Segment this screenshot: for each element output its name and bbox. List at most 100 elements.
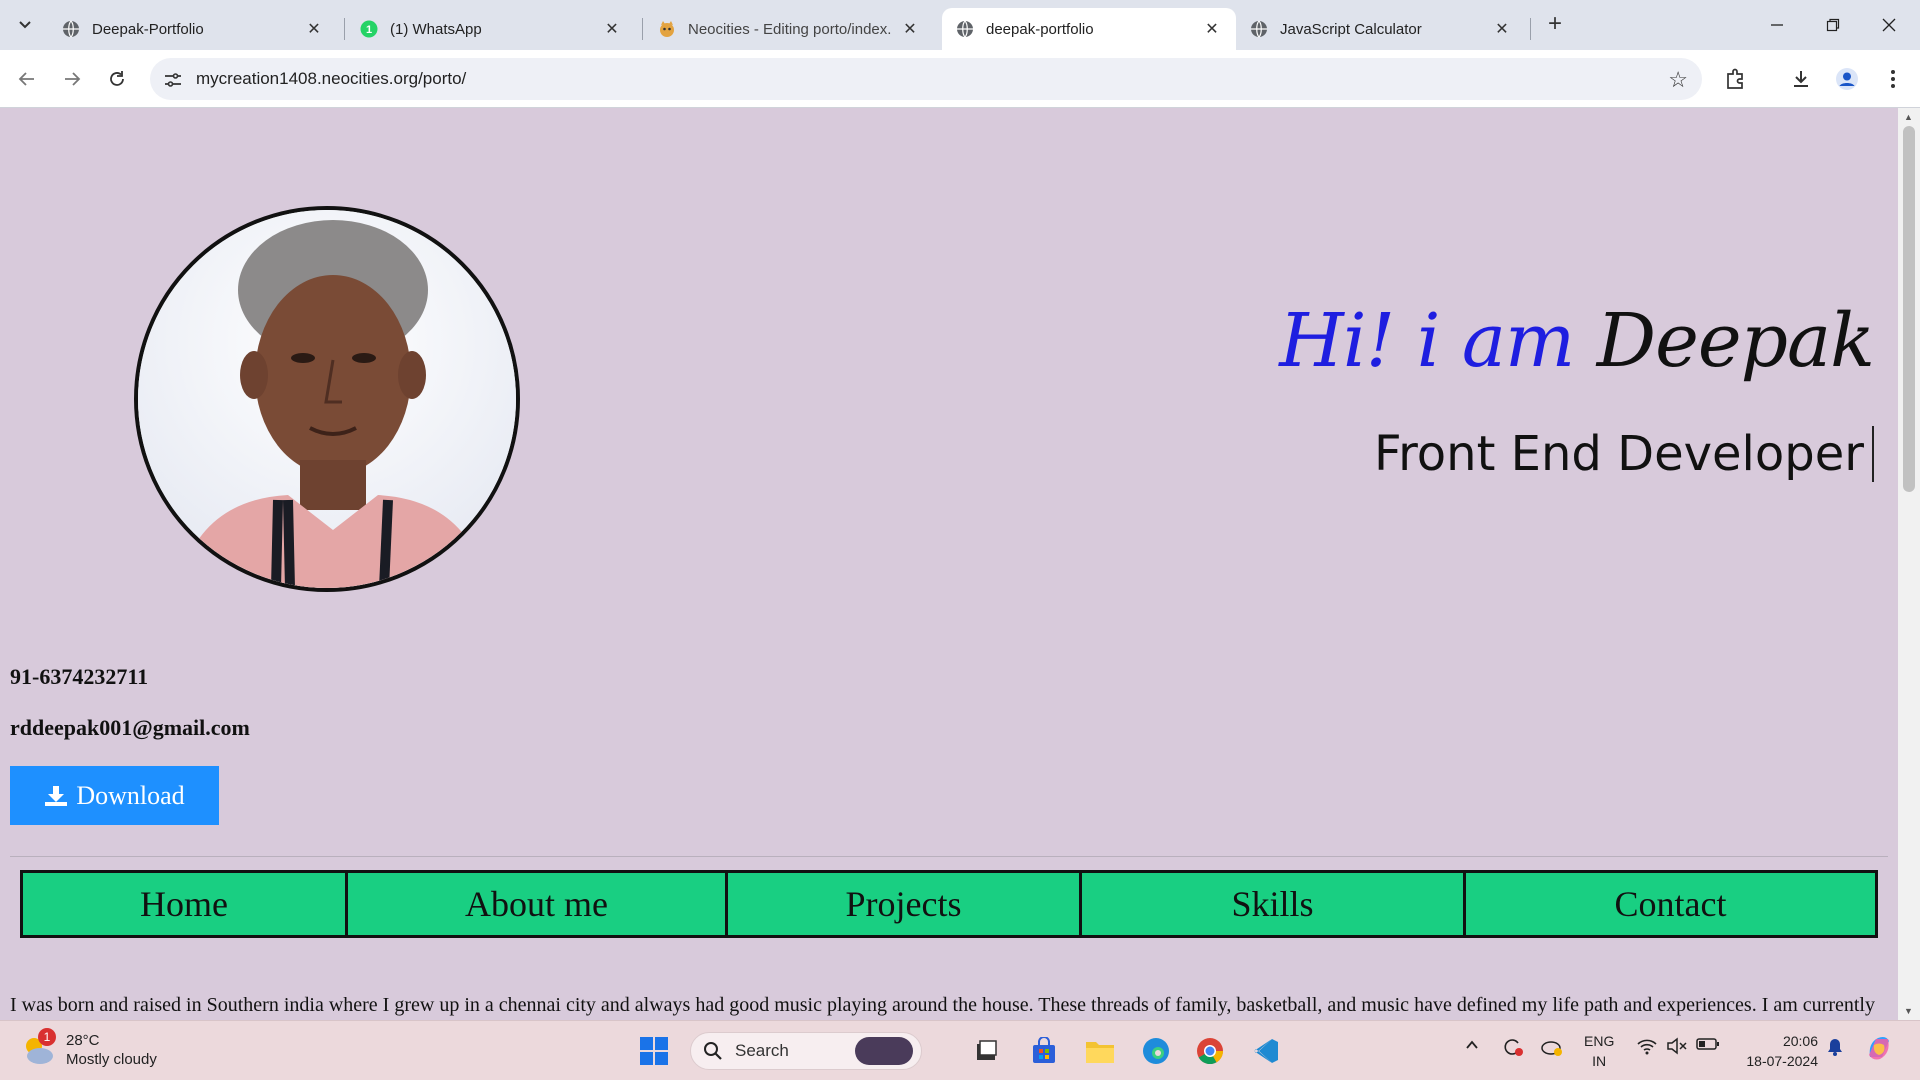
close-icon [1882, 18, 1896, 32]
clock-date: 18-07-2024 [1746, 1053, 1818, 1069]
minimize-icon [1771, 24, 1783, 26]
notification-bell-icon[interactable] [1826, 1037, 1844, 1061]
search-highlight-image [855, 1037, 913, 1065]
tab-divider [344, 18, 345, 40]
show-hidden-icons-chevron-icon[interactable] [1464, 1037, 1480, 1057]
weather-temperature: 28°C [66, 1032, 100, 1049]
reload-button[interactable] [102, 64, 132, 94]
main-navigation: Home About me Projects Skills Contact [20, 870, 1878, 938]
globe-icon [1250, 20, 1268, 38]
close-icon[interactable]: ✕ [304, 19, 324, 39]
download-label: Download [76, 780, 185, 810]
url-text: mycreation1408.neocities.org/porto/ [196, 69, 467, 88]
language-code: ENG [1584, 1033, 1615, 1049]
contact-email: rddeepak001@gmail.com [10, 715, 250, 740]
onedrive-status-icon[interactable] [1540, 1037, 1564, 1061]
page-viewport: Hi! i am Deepak Front End Developer 91-6… [0, 108, 1898, 1020]
nav-item-projects[interactable]: Projects [728, 873, 1082, 935]
nav-item-about-me[interactable]: About me [348, 873, 728, 935]
nav-item-skills[interactable]: Skills [1082, 873, 1466, 935]
cloudy-weather-icon: 1 [20, 1028, 56, 1068]
windows-start-icon[interactable] [636, 1033, 672, 1069]
clock-time: 20:06 [1782, 1033, 1818, 1049]
scroll-up-icon[interactable]: ▲ [1904, 112, 1913, 122]
page-scrollbar[interactable]: ▲ ▼ [1898, 108, 1920, 1020]
taskbar-clock[interactable]: 20:06 18-07-2024 [1746, 1031, 1818, 1071]
sync-alert-icon[interactable] [1502, 1037, 1524, 1061]
close-window-button[interactable] [1862, 8, 1916, 42]
hero-greeting-intro: Hi! i am [1279, 298, 1575, 384]
svg-text:1: 1 [366, 24, 372, 36]
weather-widget[interactable]: 1 28°C Mostly cloudy [20, 1028, 157, 1069]
new-tab-button[interactable]: + [1540, 12, 1570, 38]
nav-item-home[interactable]: Home [23, 873, 348, 935]
restore-icon [1826, 18, 1840, 32]
vscode-icon[interactable] [1248, 1033, 1284, 1069]
divider [10, 856, 1888, 857]
restore-button[interactable] [1806, 8, 1860, 42]
scrollbar-thumb[interactable] [1903, 126, 1915, 492]
wifi-icon[interactable] [1636, 1037, 1658, 1059]
tab-title: Deepak-Portfolio [92, 20, 204, 38]
bookmark-star-icon[interactable]: ☆ [1668, 67, 1688, 93]
copilot-icon[interactable] [1864, 1033, 1894, 1067]
arrow-left-icon [18, 72, 34, 86]
tab-neocities[interactable]: Neocities - Editing porto/index. ✕ [644, 8, 934, 50]
menu-kebab-icon[interactable] [1880, 66, 1906, 92]
microsoft-store-icon[interactable] [1026, 1033, 1062, 1069]
close-icon[interactable]: ✕ [1492, 19, 1512, 39]
minimize-button[interactable] [1750, 8, 1804, 42]
taskbar-search-label: Search [735, 1041, 789, 1060]
profile-avatar-icon[interactable] [1834, 66, 1860, 92]
region-code: IN [1592, 1053, 1607, 1069]
forward-button[interactable] [57, 64, 87, 94]
download-icon[interactable] [1788, 66, 1814, 92]
arrow-right-icon [65, 72, 81, 86]
tab-divider [1530, 18, 1531, 40]
neocities-icon [658, 20, 676, 38]
download-resume-button[interactable]: Download [10, 766, 219, 825]
tab-title: Neocities - Editing porto/index. [688, 20, 892, 38]
chevron-down-icon [19, 21, 31, 29]
search-icon [704, 1042, 722, 1060]
edge-browser-icon[interactable] [1138, 1033, 1174, 1069]
close-icon[interactable]: ✕ [1202, 19, 1222, 39]
hero-greeting: Hi! i am Deepak [1279, 298, 1875, 384]
tab-deepak-portfolio[interactable]: Deepak-Portfolio ✕ [48, 8, 338, 50]
nav-item-contact[interactable]: Contact [1466, 873, 1875, 935]
tab-deepak-portfolio-active[interactable]: deepak-portfolio ✕ [942, 8, 1236, 50]
tab-search-button[interactable] [10, 10, 40, 40]
hero-greeting-name: Deepak [1596, 298, 1875, 384]
reload-icon [110, 71, 124, 86]
task-view-icon[interactable] [968, 1033, 1004, 1069]
speaker-muted-icon[interactable] [1666, 1037, 1688, 1059]
globe-icon [956, 20, 974, 38]
scroll-down-icon[interactable]: ▼ [1904, 1006, 1913, 1016]
tab-javascript-calculator[interactable]: JavaScript Calculator ✕ [1236, 8, 1526, 50]
tab-title: deepak-portfolio [986, 20, 1094, 38]
file-explorer-icon[interactable] [1082, 1033, 1118, 1069]
whatsapp-icon: 1 [360, 20, 378, 38]
globe-icon [62, 20, 80, 38]
weather-badge: 1 [38, 1028, 56, 1046]
tab-title: JavaScript Calculator [1280, 20, 1422, 38]
close-icon[interactable]: ✕ [900, 19, 920, 39]
taskbar-search[interactable]: Search [690, 1032, 922, 1070]
browser-toolbar: mycreation1408.neocities.org/porto/ ☆ [0, 50, 1920, 108]
about-paragraph: I was born and raised in Southern india … [10, 994, 1875, 1016]
weather-description: Mostly cloudy [66, 1051, 157, 1068]
site-info-icon[interactable] [162, 69, 184, 91]
hero-role-typing: Front End Developer [1374, 426, 1874, 482]
tab-whatsapp[interactable]: 1 (1) WhatsApp ✕ [346, 8, 636, 50]
download-icon [45, 785, 68, 806]
close-icon[interactable]: ✕ [602, 19, 622, 39]
back-button[interactable] [12, 64, 42, 94]
tab-divider [642, 18, 643, 40]
windows-taskbar: 1 28°C Mostly cloudy Search ENG IN 20:06… [0, 1020, 1920, 1080]
extensions-icon[interactable] [1722, 66, 1748, 92]
chrome-browser-icon[interactable] [1192, 1033, 1228, 1069]
language-indicator[interactable]: ENG IN [1584, 1031, 1614, 1071]
tab-title: (1) WhatsApp [390, 20, 482, 38]
battery-icon[interactable] [1696, 1037, 1720, 1055]
address-bar[interactable]: mycreation1408.neocities.org/porto/ ☆ [150, 58, 1702, 100]
